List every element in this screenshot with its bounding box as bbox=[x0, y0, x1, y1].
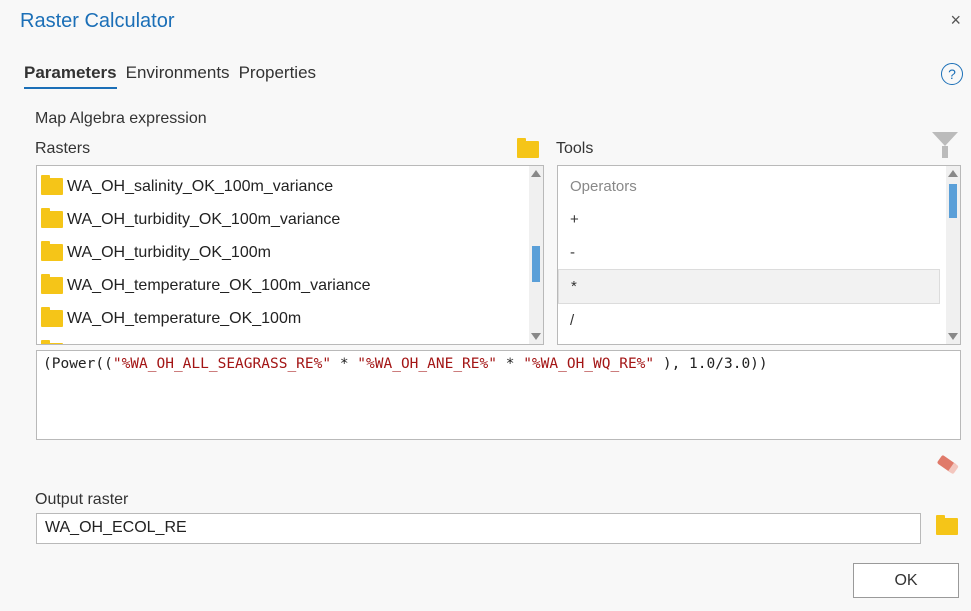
folder-icon bbox=[517, 138, 539, 158]
list-item[interactable]: WA_OH_temperature_OK_100m bbox=[37, 302, 543, 335]
expression-editor[interactable]: (Power(("%WA_OH_ALL_SEAGRASS_RE%" * "%WA… bbox=[36, 350, 961, 440]
help-icon[interactable]: ? bbox=[941, 63, 963, 85]
browse-output-button[interactable] bbox=[936, 515, 958, 535]
raster-name: WA_OH_temperature_OK_100m_variance bbox=[67, 276, 371, 294]
rasters-label: Rasters bbox=[35, 140, 91, 157]
close-icon[interactable]: × bbox=[950, 10, 961, 30]
rasters-list[interactable]: WA_OH_salinity_OK_100m_variance WA_OH_tu… bbox=[36, 165, 544, 345]
folder-icon bbox=[41, 274, 63, 294]
folder-icon bbox=[41, 175, 63, 195]
tools-label: Tools bbox=[556, 140, 594, 157]
expr-string: "%WA_OH_ALL_SEAGRASS_RE%" bbox=[112, 356, 332, 372]
list-item[interactable]: WA_OH_salinity_OK_100m_variance bbox=[37, 170, 543, 203]
ok-button[interactable]: OK bbox=[853, 563, 959, 598]
list-item-partial bbox=[37, 335, 543, 344]
map-algebra-label: Map Algebra expression bbox=[35, 110, 207, 127]
raster-name: WA_OH_temperature_OK_100m bbox=[67, 309, 302, 327]
expr-token: ), 1.0/3.0)) bbox=[654, 356, 768, 372]
expr-string: "%WA_OH_WQ_RE%" bbox=[523, 356, 655, 372]
list-item[interactable]: WA_OH_turbidity_OK_100m bbox=[37, 236, 543, 269]
operator-divide[interactable]: / bbox=[558, 304, 944, 337]
tools-list[interactable]: Operators + - * / bbox=[557, 165, 961, 345]
operator-minus[interactable]: - bbox=[558, 236, 944, 269]
scroll-up-icon[interactable] bbox=[948, 170, 958, 177]
raster-name: WA_OH_turbidity_OK_100m_variance bbox=[67, 210, 341, 228]
scroll-down-icon[interactable] bbox=[948, 333, 958, 340]
tab-parameters[interactable]: Parameters bbox=[24, 63, 117, 89]
clear-expression-button[interactable] bbox=[936, 454, 960, 475]
category-operators[interactable]: Operators bbox=[558, 170, 944, 203]
scroll-thumb[interactable] bbox=[532, 246, 540, 282]
browse-rasters-button[interactable] bbox=[517, 138, 539, 158]
list-item[interactable]: WA_OH_temperature_OK_100m_variance bbox=[37, 269, 543, 302]
folder-icon bbox=[41, 241, 63, 261]
raster-name: WA_OH_salinity_OK_100m_variance bbox=[67, 177, 334, 195]
tab-bar: Parameters Environments Properties bbox=[24, 63, 325, 89]
expr-token: * bbox=[496, 356, 524, 372]
list-item[interactable]: WA_OH_turbidity_OK_100m_variance bbox=[37, 203, 543, 236]
expr-token: * bbox=[331, 356, 358, 372]
operator-plus[interactable]: + bbox=[558, 203, 944, 236]
raster-name: WA_OH_turbidity_OK_100m bbox=[67, 243, 271, 261]
operator-multiply[interactable]: * bbox=[558, 269, 940, 304]
folder-icon bbox=[936, 515, 958, 535]
expr-string: "%WA_OH_ANE_RE%" bbox=[357, 356, 497, 372]
output-raster-input[interactable]: WA_OH_ECOL_RE bbox=[36, 513, 921, 544]
folder-icon bbox=[41, 340, 63, 344]
scroll-thumb[interactable] bbox=[949, 184, 957, 218]
tab-properties[interactable]: Properties bbox=[239, 63, 316, 89]
rasters-scrollbar[interactable] bbox=[529, 166, 543, 344]
expr-token: (Power(( bbox=[43, 356, 113, 372]
dialog-title: Raster Calculator bbox=[20, 10, 175, 32]
tab-environments[interactable]: Environments bbox=[126, 63, 230, 89]
folder-icon bbox=[41, 307, 63, 327]
scroll-up-icon[interactable] bbox=[531, 170, 541, 177]
eraser-icon bbox=[936, 454, 958, 474]
scroll-down-icon[interactable] bbox=[531, 333, 541, 340]
tools-scrollbar[interactable] bbox=[946, 166, 960, 344]
output-raster-label: Output raster bbox=[35, 491, 129, 508]
filter-icon[interactable] bbox=[932, 132, 958, 158]
folder-icon bbox=[41, 208, 63, 228]
